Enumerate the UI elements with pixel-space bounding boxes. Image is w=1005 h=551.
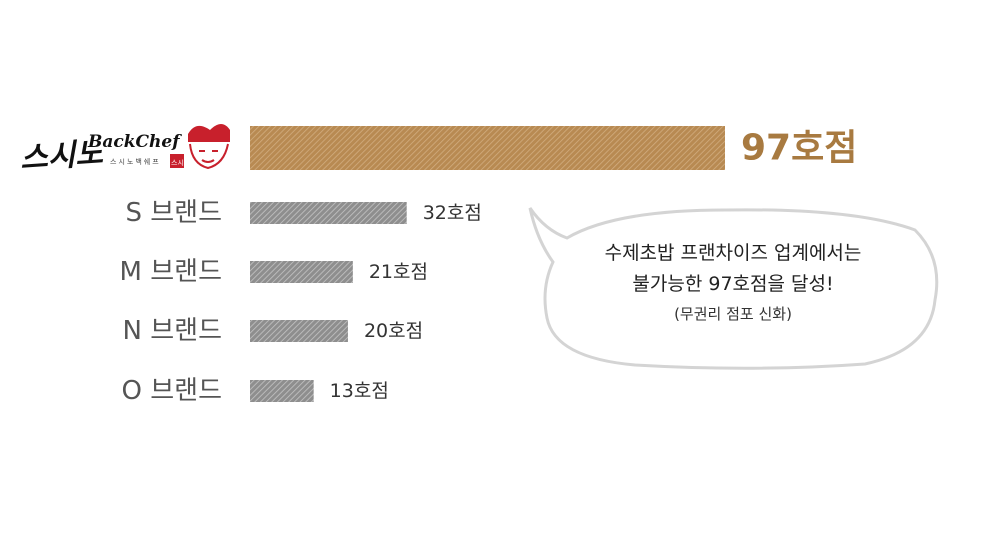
- category-label-3: N 브랜드: [123, 316, 222, 346]
- speech-bubble-text: 수제초밥 프랜차이즈 업계에서는 불가능한 97호점을 달성! (무권리 점포 …: [548, 238, 918, 328]
- sushino-backchef-logo: 스시노 BackChef 스시노백쉐프 스시: [18, 116, 238, 180]
- bubble-line-1: 수제초밥 프랜차이즈 업계에서는: [604, 242, 862, 264]
- category-label-1: S 브랜드: [125, 198, 222, 228]
- category-label-2: M 브랜드: [120, 257, 222, 287]
- bubble-line-3: (무권리 점포 신화): [674, 305, 792, 323]
- bar-1: [250, 202, 407, 224]
- value-label-4: 13호점: [330, 380, 389, 402]
- logo-brand-text: BackChef: [87, 132, 182, 152]
- bar-3: [250, 320, 348, 342]
- bar-2: [250, 261, 353, 283]
- bubble-line-2: 불가능한 97호점을 달성!: [632, 273, 834, 295]
- logo-seal: 스시: [170, 154, 184, 168]
- logo-sub-text: 스시노백쉐프: [110, 157, 161, 166]
- value-label-highlight: 97호점: [741, 128, 857, 169]
- bar-highlight: [250, 126, 725, 170]
- value-label-1: 32호점: [423, 202, 482, 224]
- value-label-2: 21호점: [369, 261, 428, 283]
- bar-4: [250, 380, 314, 402]
- value-label-3: 20호점: [364, 320, 423, 342]
- chef-face-icon: [188, 124, 230, 170]
- svg-text:스시: 스시: [171, 159, 184, 167]
- category-label-4: O 브랜드: [122, 376, 223, 406]
